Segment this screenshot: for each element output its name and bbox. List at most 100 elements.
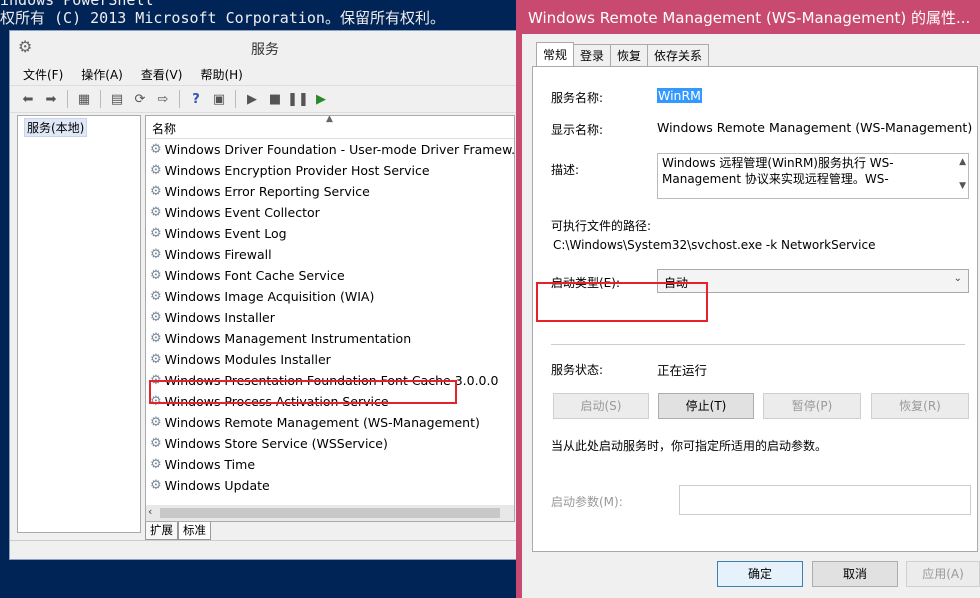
start-params-hint: 当从此处启动服务时，你可指定所适用的启动参数。 [551, 439, 828, 453]
service-row[interactable]: ⚙ Windows Management Instrumentation [146, 328, 514, 349]
services-title: 服务 [251, 42, 279, 58]
properties-dialog: Windows Remote Management (WS-Management… [516, 0, 980, 598]
tab-standard[interactable]: 标准 [178, 522, 211, 540]
service-row[interactable]: ⚙ Windows Font Cache Service [146, 265, 514, 286]
start-button[interactable]: 启动(S) [553, 393, 649, 419]
console-tree: ⚙ 服务(本地) [17, 115, 141, 533]
stop-icon[interactable]: ■ [265, 89, 285, 109]
service-row[interactable]: ⚙ Windows Time [146, 454, 514, 475]
resume-button[interactable]: 恢复(R) [871, 393, 969, 419]
pause-icon[interactable]: ❚❚ [287, 89, 309, 109]
service-row[interactable]: ⚙ Windows Event Collector [146, 202, 514, 223]
service-gear-icon: ⚙ [150, 163, 162, 178]
column-header-name[interactable]: 名称 ▲ [146, 116, 514, 139]
service-name: Windows Remote Management (WS-Management… [164, 415, 480, 430]
powershell-line-2: 权所有 (C) 2013 Microsoft Corporation。保留所有权… [0, 9, 445, 27]
pause-button[interactable]: 暂停(P) [763, 393, 861, 419]
service-row[interactable]: ⚙ Windows Store Service (WSService) [146, 433, 514, 454]
service-gear-icon: ⚙ [150, 415, 162, 430]
service-row[interactable]: ⚙ Windows Installer [146, 307, 514, 328]
properties-icon[interactable]: ▤ [107, 89, 127, 109]
tree-node-label: 服务(本地) [24, 117, 88, 137]
service-row[interactable]: ⚙ Windows Encryption Provider Host Servic… [146, 160, 514, 181]
horizontal-scrollbar[interactable]: ‹ [145, 505, 515, 522]
service-name-text: WinRM [657, 88, 702, 103]
service-gear-icon: ⚙ [150, 184, 162, 199]
menu-help[interactable]: 帮助(H) [197, 64, 245, 85]
toolbar-separator [235, 90, 236, 108]
exe-path-value: C:\Windows\System32\svchost.exe -k Netwo… [553, 238, 876, 252]
divider [551, 344, 965, 345]
menu-action[interactable]: 操作(A) [78, 64, 126, 85]
service-name: Windows Driver Foundation - User-mode Dr… [164, 142, 515, 157]
scroll-left-icon[interactable]: ‹ [148, 505, 152, 518]
apply-button[interactable]: 应用(A) [906, 561, 980, 587]
sort-ascending-icon: ▲ [326, 115, 333, 124]
description-box[interactable]: Windows 远程管理(WinRM)服务执行 WS- Management 协… [657, 153, 969, 199]
tree-node-services-local[interactable]: ⚙ 服务(本地) [18, 116, 140, 138]
description-line-2: Management 协议来实现远程管理。WS- [662, 172, 889, 186]
service-row[interactable]: ⚙ Windows Modules Installer [146, 349, 514, 370]
tab-general[interactable]: 常规 [536, 42, 575, 67]
dialog-title[interactable]: Windows Remote Management (WS-Management… [522, 0, 980, 34]
refresh-icon[interactable]: ⟳ [130, 89, 150, 109]
tab-dependencies[interactable]: 依存关系 [647, 44, 710, 67]
toolbar: ⬅ ➡ ▦ ▤ ⟳ ⇨ ? ▣ ▶ ■ ❚❚ ▶ [10, 85, 520, 113]
description-scroll-icon[interactable]: ▲ ▼ [959, 156, 966, 192]
tab-recovery[interactable]: 恢复 [610, 44, 649, 67]
status-bar [10, 540, 520, 559]
ok-button[interactable]: 确定 [717, 561, 803, 587]
service-name: Windows Time [164, 457, 256, 472]
service-row[interactable]: ⚙ Windows Driver Foundation - User-mode D… [146, 139, 514, 160]
start-params-input[interactable] [679, 485, 971, 515]
service-name: Windows Management Instrumentation [164, 331, 412, 346]
service-row[interactable]: ⚙ Windows Image Acquisition (WIA) [146, 286, 514, 307]
chevron-down-icon: ⌄ [953, 273, 962, 284]
services-titlebar[interactable]: ⚙ 服务 [10, 31, 520, 63]
play-icon[interactable]: ▶ [242, 89, 262, 109]
service-name: Windows Firewall [164, 247, 272, 262]
menu-file[interactable]: 文件(F) [20, 64, 66, 85]
export-icon[interactable]: ⇨ [153, 89, 173, 109]
toolbar-separator [100, 90, 101, 108]
tab-extended[interactable]: 扩展 [145, 522, 178, 540]
cancel-button[interactable]: 取消 [812, 561, 898, 587]
view-tabs: 扩展 标准 [145, 522, 211, 540]
service-gear-icon: ⚙ [150, 142, 162, 157]
service-name: Windows Event Log [164, 226, 287, 241]
restart-icon[interactable]: ▶ [311, 89, 331, 109]
description-label: 描述: [551, 163, 580, 177]
forward-arrow-icon[interactable]: ➡ [41, 89, 61, 109]
console-tree-icon[interactable]: ▦ [74, 89, 94, 109]
tab-logon[interactable]: 登录 [573, 44, 612, 67]
service-name: Windows Update [164, 478, 270, 493]
service-status-value: 正在运行 [657, 363, 708, 378]
toolbar-separator [67, 90, 68, 108]
service-row[interactable]: ⚙ Windows Firewall [146, 244, 514, 265]
help-icon[interactable]: ? [186, 89, 206, 109]
scroll-thumb[interactable] [160, 508, 500, 518]
service-name: Windows Error Reporting Service [164, 184, 370, 199]
display-name-value[interactable]: Windows Remote Management (WS-Management… [657, 120, 972, 135]
service-row[interactable]: ⚙ Windows Error Reporting Service [146, 181, 514, 202]
back-arrow-icon[interactable]: ⬅ [18, 89, 38, 109]
service-name: Windows Installer [164, 310, 275, 325]
menu-view[interactable]: 查看(V) [138, 64, 186, 85]
service-row[interactable]: ⚙ Windows Remote Management (WS-Managemen… [146, 412, 514, 433]
display-name-label: 显示名称: [551, 123, 604, 137]
service-row[interactable]: ⚙ Windows Event Log [146, 223, 514, 244]
powershell-line-1: indows PowerShell [0, 0, 154, 9]
service-row[interactable]: ⚙ Windows Update [146, 475, 514, 496]
service-name: Windows Modules Installer [164, 352, 331, 367]
service-gear-icon: ⚙ [150, 331, 162, 346]
service-gear-icon: ⚙ [150, 310, 162, 325]
service-gear-icon: ⚙ [150, 247, 162, 262]
services-window: ⚙ 服务 文件(F) 操作(A) 查看(V) 帮助(H) ⬅ ➡ ▦ ▤ ⟳ ⇨… [9, 30, 521, 560]
service-name-value[interactable]: WinRM [657, 88, 702, 103]
service-gear-icon: ⚙ [150, 478, 162, 493]
stop-button[interactable]: 停止(T) [658, 393, 754, 419]
description-line-1: Windows 远程管理(WinRM)服务执行 WS- [662, 156, 894, 170]
view-icon[interactable]: ▣ [209, 89, 229, 109]
service-name: Windows Encryption Provider Host Service [164, 163, 430, 178]
service-gear-icon: ⚙ [150, 226, 162, 241]
